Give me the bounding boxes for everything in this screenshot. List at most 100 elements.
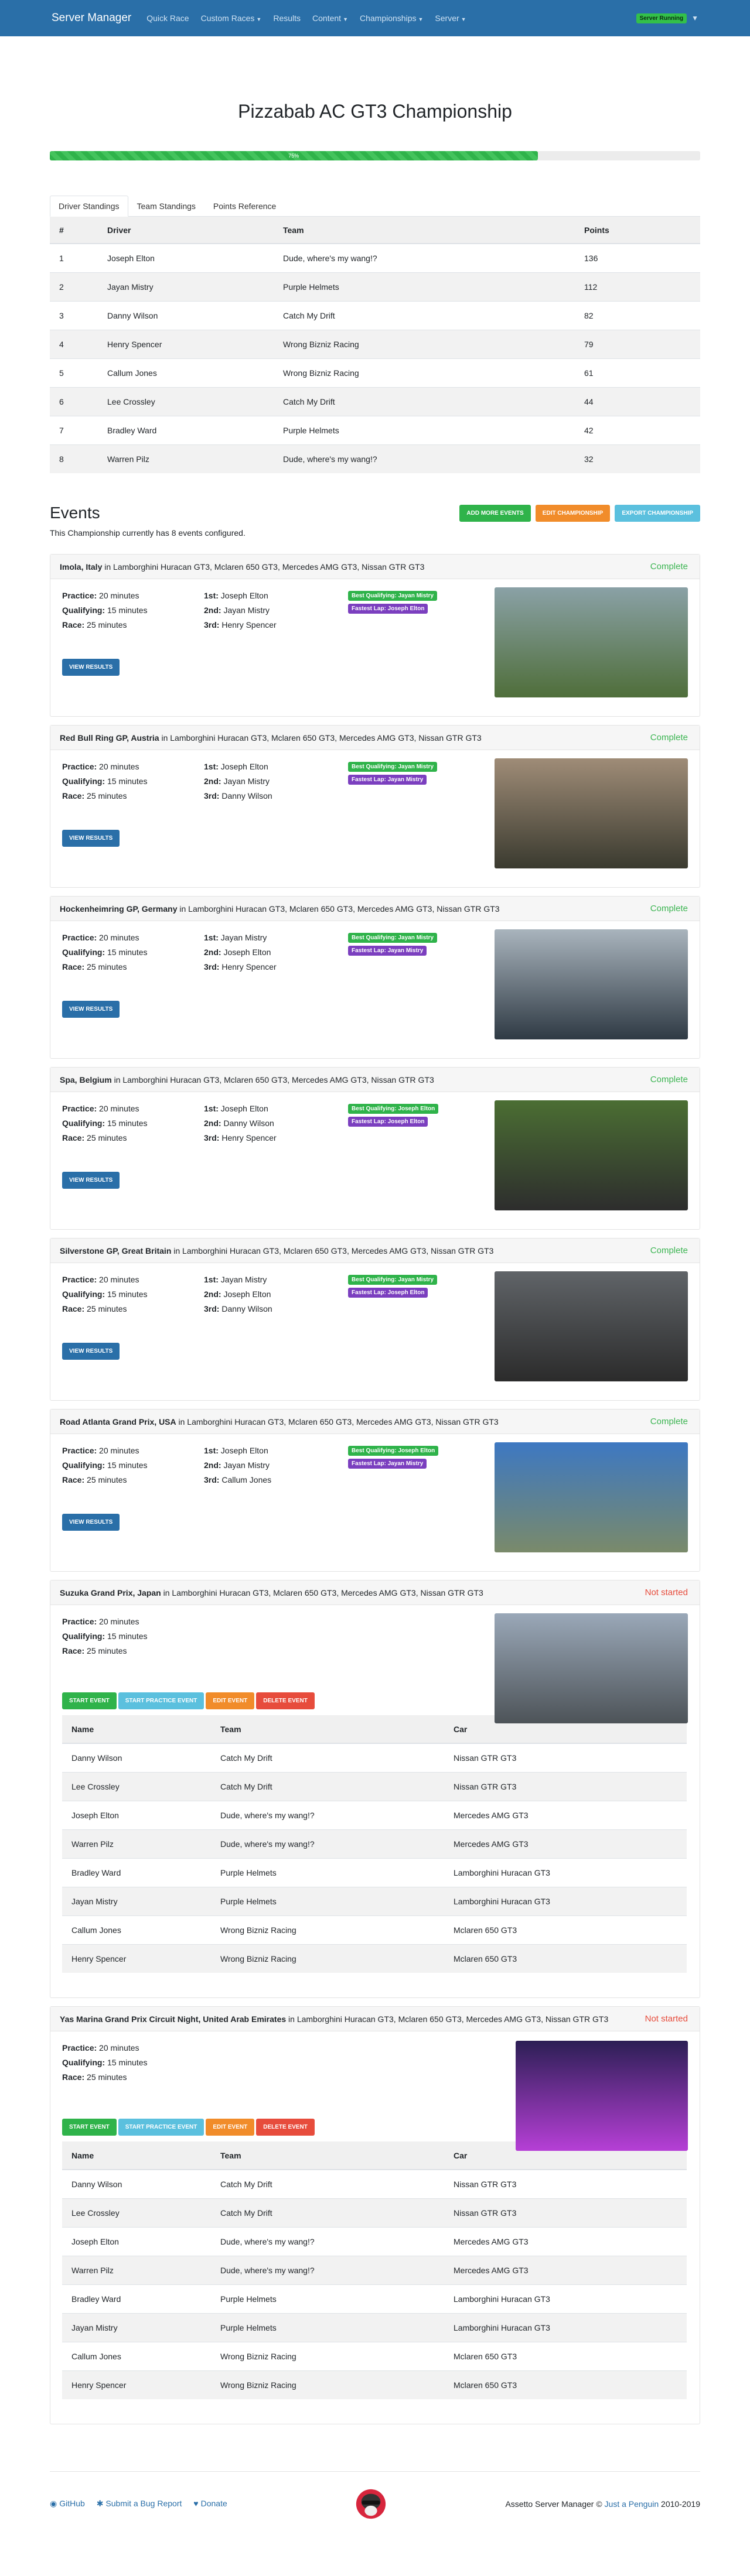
view-results-button[interactable]: View Results: [62, 1001, 120, 1018]
start-event-button[interactable]: Start Event: [62, 1692, 117, 1709]
place-driver: Jayan Mistry: [223, 776, 270, 786]
podium-first: 1st: Joseph Elton: [204, 1443, 348, 1458]
nav-results[interactable]: Results: [273, 13, 301, 23]
nav-server[interactable]: Server ▼: [435, 13, 466, 23]
session-label: Race:: [62, 791, 85, 800]
edit-event-button[interactable]: Edit Event: [206, 2119, 255, 2136]
podium-first: 1st: Joseph Elton: [204, 589, 348, 603]
user-dropdown-caret-icon[interactable]: ▼: [691, 14, 698, 22]
col-name: Name: [62, 1715, 211, 1744]
session-label: Qualifying:: [62, 1460, 105, 1470]
entrant-car: Mclaren 650 GT3: [444, 1944, 687, 1973]
session-label: Race:: [62, 620, 85, 630]
session-practice: Practice: 20 minutes: [62, 1272, 204, 1287]
start-practice-event-button[interactable]: Start Practice Event: [118, 2119, 204, 2136]
track-preview-image: [495, 1271, 688, 1381]
entrant-row: Joseph Elton Dude, where's my wang!? Merce…: [62, 1800, 687, 1829]
entrant-car: Mercedes AMG GT3: [444, 1829, 687, 1858]
donate-link[interactable]: ♥ Donate: [193, 2499, 227, 2508]
view-results-button[interactable]: View Results: [62, 1172, 120, 1189]
session-label: Qualifying:: [62, 1631, 105, 1641]
edit-championship-button[interactable]: Edit Championship: [535, 504, 611, 522]
place-label: 2nd:: [204, 605, 221, 615]
view-results-button[interactable]: View Results: [62, 659, 120, 676]
nav-content[interactable]: Content ▼: [312, 13, 348, 23]
standings-row: 3 Danny Wilson Catch My Drift 82: [50, 300, 700, 330]
event-body: Practice: 20 minutes Qualifying: 15 minut…: [50, 2031, 700, 2399]
entrant-team: Wrong Bizniz Racing: [211, 2341, 444, 2370]
delete-event-button[interactable]: Delete Event: [256, 1692, 315, 1709]
bug-report-link[interactable]: ✱ Submit a Bug Report: [97, 2499, 182, 2508]
place-driver: Henry Spencer: [221, 962, 277, 971]
add-more-events-button[interactable]: Add more events: [459, 504, 531, 522]
place-driver: Joseph Elton: [220, 591, 268, 600]
session-label: Race:: [62, 1475, 85, 1484]
standing-team: Purple Helmets: [274, 415, 575, 444]
event-body: Practice: 20 minutes Qualifying: 15 minut…: [50, 1092, 700, 1229]
nav-championships[interactable]: Championships ▼: [360, 13, 423, 23]
start-event-button[interactable]: Start Event: [62, 2119, 117, 2136]
session-value: 25 minutes: [87, 2072, 127, 2082]
event-track: Spa, Belgium: [60, 1075, 112, 1085]
standing-driver: Warren Pilz: [98, 444, 274, 473]
event-status: Not started: [645, 1588, 688, 1597]
entrant-row: Callum Jones Wrong Bizniz Racing Mclaren 6…: [62, 2341, 687, 2370]
nav-custom-races[interactable]: Custom Races ▼: [201, 13, 262, 23]
entrant-row: Lee Crossley Catch My Drift Nissan GTR GT3: [62, 1771, 687, 1801]
event-cars: in Lamborghini Huracan GT3, Mclaren 650 …: [161, 733, 482, 743]
edit-event-button[interactable]: Edit Event: [206, 1692, 255, 1709]
podium-second: 2nd: Jayan Mistry: [204, 1458, 348, 1473]
standing-driver: Callum Jones: [98, 358, 274, 387]
standings-row: 1 Joseph Elton Dude, where's my wang!? 136: [50, 243, 700, 272]
session-label: Practice:: [62, 1104, 97, 1113]
session-value: 15 minutes: [107, 1460, 148, 1470]
view-results-button[interactable]: View Results: [62, 1514, 120, 1531]
event-title: Red Bull Ring GP, Austria in Lamborghini…: [60, 733, 482, 743]
session-value: 15 minutes: [107, 1631, 148, 1641]
view-results-button[interactable]: View Results: [62, 830, 120, 847]
standings-row: 4 Henry Spencer Wrong Bizniz Racing 79: [50, 329, 700, 358]
entrant-car: Mercedes AMG GT3: [444, 1800, 687, 1829]
session-practice: Practice: 20 minutes: [62, 1443, 204, 1458]
session-value: 25 minutes: [87, 1133, 127, 1142]
entrant-car: Nissan GTR GT3: [444, 2198, 687, 2227]
session-label: Race:: [62, 1646, 85, 1655]
entrant-row: Jayan Mistry Purple Helmets Lamborghini Hu…: [62, 2312, 687, 2342]
entrants-section: Name Team Car Danny Wilson Catch My Drift Nis…: [62, 1715, 687, 1973]
export-championship-button[interactable]: Export Championship: [615, 504, 700, 522]
github-link[interactable]: ◉ GitHub: [50, 2499, 85, 2508]
start-practice-event-button[interactable]: Start Practice Event: [118, 1692, 204, 1709]
col-position: #: [50, 217, 98, 244]
page-title: Pizzabab AC GT3 Championship: [238, 101, 512, 122]
place-driver: Danny Wilson: [221, 791, 272, 800]
entrant-name: Callum Jones: [62, 2341, 211, 2370]
brand-link[interactable]: Server Manager: [52, 12, 131, 25]
session-label: Qualifying:: [62, 1118, 105, 1128]
col-team: Team: [274, 217, 575, 244]
event-status: Complete: [650, 562, 688, 572]
event-card: Yas Marina Grand Prix Circuit Night, Uni…: [50, 2006, 700, 2424]
entrant-car: Mercedes AMG GT3: [444, 2226, 687, 2256]
nav-quick-race[interactable]: Quick Race: [146, 13, 189, 23]
session-value: 20 minutes: [99, 1446, 139, 1455]
event-card-header: Suzuka Grand Prix, Japan in Lamborghini …: [50, 1581, 700, 1605]
event-card: Spa, Belgium in Lamborghini Huracan GT3,…: [50, 1067, 700, 1230]
entrant-team: Dude, where's my wang!?: [211, 2226, 444, 2256]
session-practice: Practice: 20 minutes: [62, 1614, 204, 1629]
entrant-car: Lamborghini Huracan GT3: [444, 2312, 687, 2342]
tab-team-standings[interactable]: Team Standings: [128, 196, 204, 216]
entrant-name: Bradley Ward: [62, 2284, 211, 2313]
event-card-header: Hockenheimring GP, Germany in Lamborghin…: [50, 897, 700, 921]
tab-driver-standings[interactable]: Driver Standings: [50, 196, 128, 217]
entrant-name: Joseph Elton: [62, 1800, 211, 1829]
delete-event-button[interactable]: Delete Event: [256, 2119, 315, 2136]
event-cars: in Lamborghini Huracan GT3, Mclaren 650 …: [163, 1588, 483, 1597]
view-results-button[interactable]: View Results: [62, 1343, 120, 1360]
tab-points-reference[interactable]: Points Reference: [204, 196, 285, 216]
standing-team: Dude, where's my wang!?: [274, 243, 575, 272]
event-title: Imola, Italy in Lamborghini Huracan GT3,…: [60, 562, 424, 572]
session-race: Race: 25 minutes: [62, 2070, 204, 2085]
standing-team: Wrong Bizniz Racing: [274, 329, 575, 358]
just-a-penguin-link[interactable]: Just a Penguin: [605, 2499, 659, 2509]
place-driver: Joseph Elton: [220, 1446, 268, 1455]
